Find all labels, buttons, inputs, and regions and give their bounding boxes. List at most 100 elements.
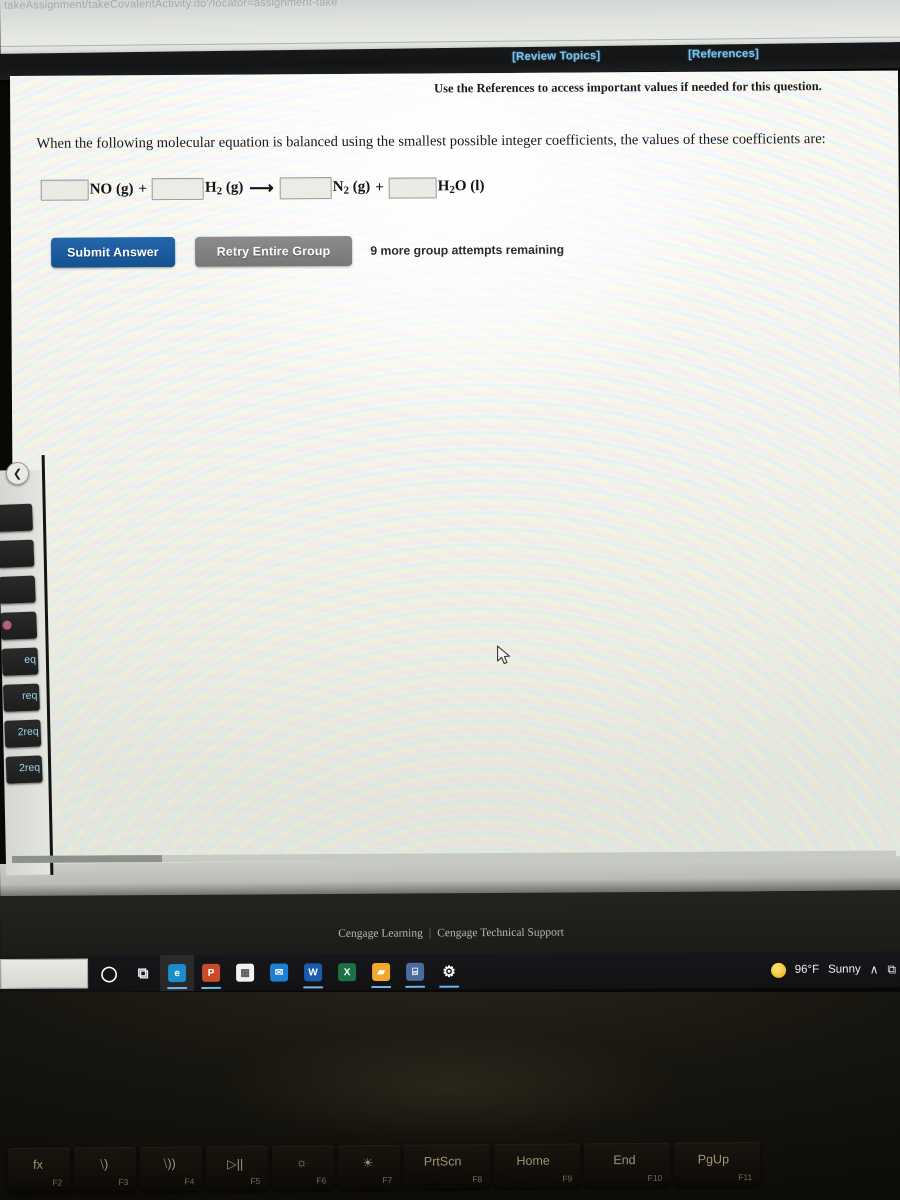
word-icon[interactable]: W xyxy=(296,954,330,990)
plus-sign-2: + xyxy=(375,179,384,196)
list-item[interactable] xyxy=(0,575,36,604)
sun-icon xyxy=(770,962,786,978)
calculator-icon-glyph: ⌸ xyxy=(406,962,425,981)
list-item[interactable]: req xyxy=(2,683,40,712)
coefficient-input-3[interactable] xyxy=(279,177,332,200)
assignment-content: Use the References to access important v… xyxy=(10,70,900,866)
key-f9[interactable]: Home F9 xyxy=(493,1143,581,1189)
powerpoint-icon[interactable]: P xyxy=(194,955,228,991)
key-fn-label: F2 xyxy=(52,1177,63,1188)
list-item[interactable] xyxy=(0,503,34,532)
reaction-arrow: ⟶ xyxy=(249,178,274,198)
tab-label: 2req xyxy=(18,761,41,775)
laptop-screen: takeAssignment/takeCovalentActivity.do?l… xyxy=(0,0,900,900)
key-glyph: ☀ xyxy=(362,1156,374,1171)
key-fn-label: F4 xyxy=(184,1176,195,1187)
key-glyph: fx xyxy=(33,1157,43,1172)
key-fn-label: F11 xyxy=(738,1172,753,1183)
footer-links: Cengage Learning | Cengage Technical Suppo… xyxy=(338,927,564,940)
footer-separator: | xyxy=(428,927,432,940)
key-glyph: ⧵) xyxy=(100,1157,109,1172)
submit-answer-button[interactable]: Submit Answer xyxy=(50,236,175,268)
scrollbar-thumb[interactable] xyxy=(12,855,163,863)
windows-taskbar: ◯ ⧉ e P ▦ ✉ W X ▰ ⌸ ⚙ 96°F Sunny ∧ ⧉ xyxy=(0,951,900,992)
key-glyph: PgUp xyxy=(697,1152,730,1167)
settings-gear-icon[interactable]: ⚙ xyxy=(432,954,466,990)
key-glyph: Home xyxy=(516,1153,550,1168)
key-fn-label: F5 xyxy=(250,1175,261,1187)
word-icon-glyph: W xyxy=(304,963,323,982)
search-icon[interactable]: ◯ xyxy=(92,955,126,991)
coefficient-input-2[interactable] xyxy=(151,177,205,201)
cengage-learning-link[interactable]: Cengage Learning xyxy=(338,927,423,940)
key-glyph: ⧵)) xyxy=(163,1156,176,1171)
cengage-technical-support-link[interactable]: Cengage Technical Support xyxy=(437,927,564,940)
reference-note: Use the References to access important v… xyxy=(434,79,822,96)
photos-icon[interactable]: ▰ xyxy=(364,954,398,990)
excel-icon[interactable]: X xyxy=(330,954,364,990)
key-fn-label: F8 xyxy=(472,1174,483,1185)
laptop-photo: takeAssignment/takeCovalentActivity.do?l… xyxy=(0,0,900,1200)
edge-browser-icon-glyph: e xyxy=(168,964,187,983)
collapse-tab-strip-button[interactable]: ❮ xyxy=(6,462,29,485)
task-view-icon-glyph: ⧉ xyxy=(137,964,149,982)
references-link[interactable]: [References] xyxy=(688,48,759,61)
key-f4[interactable]: ⧵)) F4 xyxy=(139,1146,203,1191)
list-item[interactable] xyxy=(0,611,38,640)
key-glyph: End xyxy=(613,1153,636,1168)
search-icon-glyph: ◯ xyxy=(100,965,118,983)
weather-temperature[interactable]: 96°F xyxy=(795,964,819,976)
start-menu-panel[interactable] xyxy=(0,958,89,989)
tab-label: eq xyxy=(24,653,37,667)
task-view-icon[interactable]: ⧉ xyxy=(126,955,160,991)
list-item[interactable]: 2req xyxy=(5,755,43,784)
key-f6[interactable]: ☼ F6 xyxy=(271,1145,335,1190)
key-f7[interactable]: ☀ F7 xyxy=(337,1144,401,1190)
key-f11[interactable]: PgUp F11 xyxy=(673,1142,761,1187)
notification-center-icon[interactable]: ⧉ xyxy=(887,962,896,977)
chevron-left-icon: ❮ xyxy=(12,468,23,480)
formula-h2o: H2O (l) xyxy=(437,178,485,197)
keyboard-function-row: fx F2 ⧵) F3 ⧵)) F4 ▷|| F5 ☼ F6 ☀ F7 PrtScn F8 Home F9 En… xyxy=(0,1141,900,1200)
formula-h2: H2 (g) xyxy=(204,179,244,198)
key-glyph: ▷|| xyxy=(227,1157,244,1172)
settings-gear-icon-glyph: ⚙ xyxy=(442,963,456,981)
review-topics-link[interactable]: [Review Topics] xyxy=(512,50,600,63)
powerpoint-icon-glyph: P xyxy=(202,963,221,982)
photos-icon-glyph: ▰ xyxy=(372,962,391,982)
tab-label: 2req xyxy=(17,725,39,739)
plus-sign-1: + xyxy=(138,180,148,197)
weather-condition[interactable]: Sunny xyxy=(828,963,861,975)
coefficient-input-4[interactable] xyxy=(388,176,437,199)
formula-no: NO (g) xyxy=(89,180,134,198)
key-f10[interactable]: End F10 xyxy=(583,1142,671,1188)
action-buttons: Submit Answer Retry Entire Group 9 more … xyxy=(50,235,564,268)
show-hidden-icons-chevron-icon[interactable]: ∧ xyxy=(870,962,879,976)
mail-icon[interactable]: ✉ xyxy=(262,954,296,990)
key-fn-label: F9 xyxy=(562,1173,573,1184)
deck-reflection xyxy=(216,1029,684,1144)
key-glyph: ☼ xyxy=(295,1155,308,1170)
system-tray: 96°F Sunny ∧ ⧉ xyxy=(770,951,897,988)
page-footer: Cengage Learning | Cengage Technical Suppo… xyxy=(0,890,900,958)
tab-label: req xyxy=(21,689,38,703)
coefficient-input-1[interactable] xyxy=(40,179,89,201)
microsoft-store-icon[interactable]: ▦ xyxy=(228,955,262,991)
key-f5[interactable]: ▷|| F5 xyxy=(205,1145,269,1191)
mouse-pointer-icon xyxy=(496,645,511,665)
edge-browser-icon[interactable]: e xyxy=(159,954,195,992)
excel-icon-glyph: X xyxy=(338,963,357,982)
list-item[interactable] xyxy=(0,539,35,568)
key-fn-label: F10 xyxy=(647,1172,663,1183)
formula-n2: N2 (g) xyxy=(332,178,371,197)
calculator-icon[interactable]: ⌸ xyxy=(398,954,432,990)
microsoft-store-icon-glyph: ▦ xyxy=(236,963,255,982)
key-f8[interactable]: PrtScn F8 xyxy=(403,1144,491,1189)
retry-entire-group-button[interactable]: Retry Entire Group xyxy=(194,235,353,267)
balancing-equation: NO (g) + H2 (g) ⟶ N2 (g) + H2O (l) xyxy=(40,176,487,201)
key-f3[interactable]: ⧵) F3 xyxy=(73,1146,137,1192)
key-f2[interactable]: fx F2 xyxy=(7,1147,71,1192)
list-item[interactable]: 2req xyxy=(4,719,42,748)
list-item[interactable]: eq xyxy=(1,647,39,676)
taskbar-icons: ◯ ⧉ e P ▦ ✉ W X ▰ ⌸ ⚙ xyxy=(92,954,466,992)
